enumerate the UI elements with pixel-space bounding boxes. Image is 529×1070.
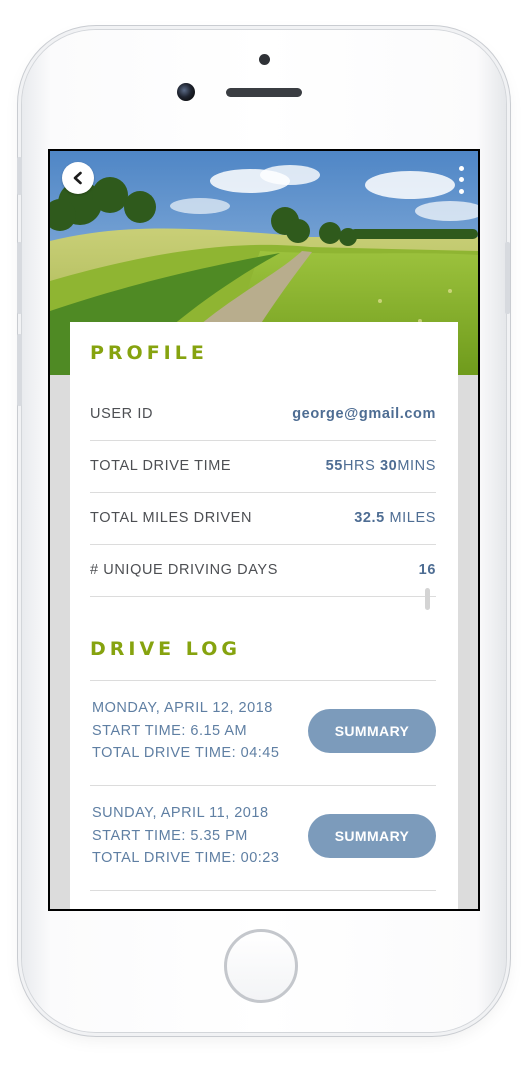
drive-time-label: TOTAL DRIVE TIME	[90, 458, 232, 474]
menu-dot	[458, 188, 464, 194]
drive-time-value: 55HRS 30MINS	[326, 458, 436, 474]
user-id-label: USER ID	[90, 406, 154, 422]
miles-number: 32.5	[354, 510, 385, 526]
driving-days-value: 16	[418, 562, 436, 578]
user-id-value: george@gmail.com	[292, 406, 436, 422]
scrollbar-thumb[interactable]	[425, 588, 430, 610]
phone-screen: PROFILE USER ID george@gmail.com TOTAL D…	[48, 149, 480, 911]
menu-dot	[458, 177, 464, 183]
miles-label: TOTAL MILES DRIVEN	[90, 510, 253, 526]
back-button[interactable]	[62, 162, 94, 194]
power-button	[505, 242, 510, 314]
user-id-row: USER ID george@gmail.com	[90, 388, 436, 441]
drive-log-heading: DRIVE LOG	[90, 638, 241, 660]
drive-time-mins: 30	[380, 458, 398, 474]
miles-row: TOTAL MILES DRIVEN 32.5 MILES	[90, 492, 436, 545]
drive-time-hours: 55	[325, 458, 343, 474]
mute-switch	[17, 157, 22, 195]
earpiece-speaker	[226, 88, 302, 97]
driving-days-row: # UNIQUE DRIVING DAYS 16	[90, 544, 436, 597]
miles-unit: MILES	[389, 510, 436, 526]
entry-start-time: START TIME: 6.15 AM	[92, 722, 248, 739]
front-camera	[177, 83, 195, 101]
volume-down-button	[17, 334, 22, 406]
entry-date: MONDAY, APRIL 12, 2018	[92, 700, 273, 716]
summary-button[interactable]: SUMMARY	[308, 814, 436, 858]
driving-days-label: # UNIQUE DRIVING DAYS	[90, 562, 278, 578]
volume-up-button	[17, 242, 22, 314]
entry-details: MONDAY, APRIL 12, 2018 START TIME: 6.15 …	[92, 697, 279, 765]
chevron-left-icon	[73, 171, 82, 185]
miles-value: 32.5 MILES	[354, 510, 436, 526]
entry-details: SUNDAY, APRIL 11, 2018 START TIME: 5.35 …	[92, 802, 279, 870]
menu-dot	[458, 166, 464, 172]
profile-heading: PROFILE	[90, 342, 208, 364]
entry-total-time: TOTAL DRIVE TIME: 04:45	[92, 745, 280, 761]
summary-button[interactable]: SUMMARY	[308, 709, 436, 753]
hours-unit: HRS	[342, 458, 376, 474]
log-divider	[90, 890, 436, 891]
kebab-menu-icon[interactable]	[456, 163, 466, 197]
drive-time-row: TOTAL DRIVE TIME 55HRS 30MINS	[90, 440, 436, 493]
entry-total-time: TOTAL DRIVE TIME: 00:23	[92, 850, 280, 866]
profile-card: PROFILE USER ID george@gmail.com TOTAL D…	[70, 322, 458, 909]
app-screen: PROFILE USER ID george@gmail.com TOTAL D…	[50, 151, 478, 909]
home-button[interactable]	[224, 929, 298, 1003]
mins-unit: MINS	[397, 458, 436, 474]
proximity-sensor	[259, 54, 270, 65]
entry-start-time: START TIME: 5.35 PM	[92, 827, 248, 844]
drive-log-entry: SUNDAY, APRIL 11, 2018 START TIME: 5.35 …	[90, 786, 436, 890]
entry-date: SUNDAY, APRIL 11, 2018	[92, 805, 269, 821]
drive-log-entry: MONDAY, APRIL 12, 2018 START TIME: 6.15 …	[90, 681, 436, 785]
